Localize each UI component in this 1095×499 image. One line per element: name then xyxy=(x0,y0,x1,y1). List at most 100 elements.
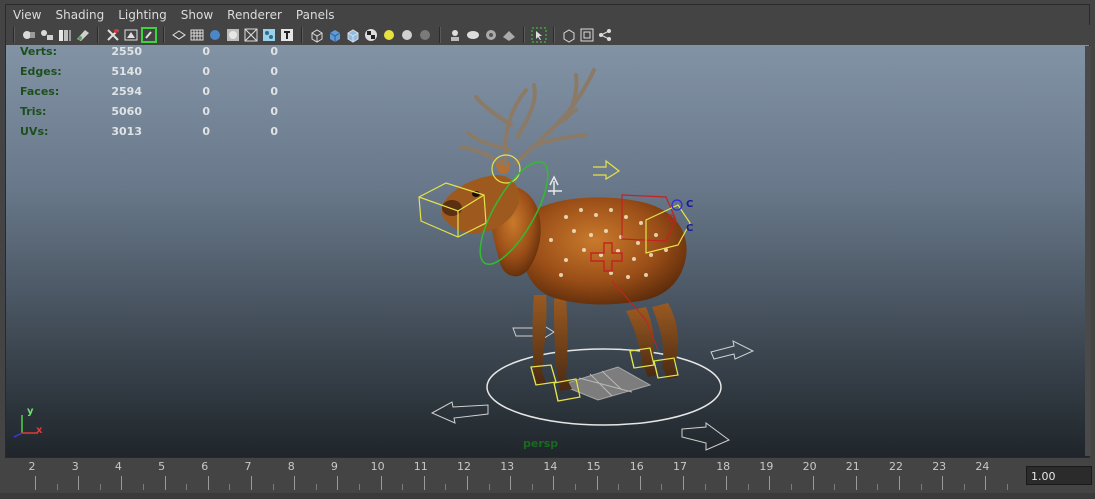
frame-tick-minor xyxy=(315,484,317,490)
checker-texture-icon[interactable] xyxy=(363,27,379,43)
shade-all-icon[interactable] xyxy=(207,27,223,43)
frame-number-label: 6 xyxy=(201,460,209,473)
frame-number-label: 9 xyxy=(330,460,338,473)
smooth-shade-icon[interactable] xyxy=(189,27,205,43)
resolution-gate-icon[interactable] xyxy=(123,27,139,43)
select-camera-icon[interactable] xyxy=(21,27,37,43)
frame-number-label: 16 xyxy=(629,460,644,473)
grid-toggle-icon[interactable] xyxy=(105,27,121,43)
backface-icon[interactable] xyxy=(501,27,517,43)
frame-tick xyxy=(942,476,944,490)
frame-number-label: 8 xyxy=(287,460,295,473)
frame-tick xyxy=(855,476,857,490)
xray-icon[interactable] xyxy=(243,27,259,43)
frame-tick xyxy=(899,476,900,490)
frame-number-label: 4 xyxy=(114,460,122,473)
menu-lighting[interactable]: Lighting xyxy=(111,5,174,25)
wireframe-on-shaded-icon[interactable] xyxy=(345,27,361,43)
frame-number-label: 19 xyxy=(759,460,774,473)
frame-tick xyxy=(769,476,771,490)
menu-panels[interactable]: Panels xyxy=(289,5,342,25)
ambient-occlusion-icon[interactable] xyxy=(417,27,433,43)
frame-tick-minor xyxy=(488,484,490,490)
frame-tick xyxy=(812,476,814,490)
frame-tick xyxy=(294,476,296,490)
frame-tick xyxy=(380,476,382,490)
menu-show[interactable]: Show xyxy=(174,5,220,25)
frame-tick-minor xyxy=(1007,484,1008,490)
scene-canvas[interactable]: C C xyxy=(6,45,1089,457)
camera-name-label: persp xyxy=(523,437,559,450)
frame-number-label: 21 xyxy=(845,460,860,473)
xray-active-icon[interactable] xyxy=(483,27,499,43)
isolate-select-icon[interactable] xyxy=(447,27,463,43)
shadows-icon[interactable] xyxy=(399,27,415,43)
frame-tick xyxy=(251,476,252,490)
deer-model[interactable] xyxy=(442,68,687,391)
frame-tick xyxy=(683,476,684,490)
axis-gizmo xyxy=(13,415,38,438)
default-material-icon[interactable] xyxy=(309,27,325,43)
camera-attributes-icon[interactable] xyxy=(39,27,55,43)
frame-tick-minor xyxy=(186,484,188,490)
paint-select-icon[interactable] xyxy=(561,27,577,43)
viewport-scrollbar[interactable] xyxy=(1085,46,1091,456)
frame-number-label: 7 xyxy=(244,460,252,473)
frame-tick xyxy=(553,476,555,490)
toolbar-separator xyxy=(163,27,165,43)
perspective-viewport[interactable]: Verts: 2550 0 0 Edges: 5140 0 0 Faces: 2… xyxy=(6,45,1089,457)
hierarchy-icon[interactable] xyxy=(597,27,613,43)
image-plane-icon[interactable] xyxy=(75,27,91,43)
bookmark-icon[interactable] xyxy=(57,27,73,43)
select-tool-icon[interactable] xyxy=(531,27,547,43)
frame-tick-minor xyxy=(704,484,706,490)
frame-tick-minor xyxy=(920,484,922,490)
frame-tick-minor xyxy=(963,484,965,490)
frame-tick xyxy=(337,476,339,490)
frame-number-label: 17 xyxy=(673,460,687,473)
time-slider[interactable]: 2 3 4 5 6 7 8 9 10 11 12 13 14 15 16 17 18 19 20 21 22 23 24 xyxy=(0,458,1020,492)
root-control[interactable] xyxy=(430,323,755,451)
frame-number-label: 10 xyxy=(370,460,385,473)
smooth-shade-selected-icon[interactable] xyxy=(327,27,343,43)
menu-shading[interactable]: Shading xyxy=(48,5,111,25)
text-icon[interactable] xyxy=(279,27,295,43)
frame-number-label: 5 xyxy=(158,460,166,473)
frame-all-icon[interactable] xyxy=(579,27,595,43)
xray-joints-icon[interactable] xyxy=(465,27,481,43)
frame-tick xyxy=(121,476,123,490)
frame-tick-minor xyxy=(575,484,576,490)
frame-number-label: 18 xyxy=(716,460,731,473)
frame-tick-minor xyxy=(747,484,749,490)
film-gate-icon[interactable] xyxy=(141,27,157,43)
toolbar-separator xyxy=(553,27,555,43)
frame-number-label: 24 xyxy=(975,460,990,473)
frame-tick-minor xyxy=(143,484,144,490)
frame-tick-minor xyxy=(661,484,663,490)
menu-view[interactable]: View xyxy=(6,5,48,25)
frame-tick xyxy=(207,476,209,490)
frame-tick xyxy=(639,476,641,490)
lights-icon[interactable] xyxy=(381,27,397,43)
frame-tick-minor xyxy=(402,484,404,490)
frame-number-label: 11 xyxy=(413,460,428,473)
frame-tick xyxy=(164,476,166,490)
axis-x-label: x xyxy=(36,425,43,436)
current-frame-field[interactable]: 1.00 xyxy=(1026,466,1092,485)
menu-renderer[interactable]: Renderer xyxy=(220,5,289,25)
frame-number-label: 14 xyxy=(543,460,558,473)
range-slider-strip xyxy=(0,493,1095,499)
wireframe-icon[interactable] xyxy=(171,27,187,43)
control-label: C xyxy=(686,223,693,234)
frame-tick xyxy=(35,476,36,490)
bounding-box-icon[interactable] xyxy=(225,27,241,43)
toolbar-separator xyxy=(439,27,441,43)
frame-number-label: 2 xyxy=(28,460,36,473)
frame-number-label: 20 xyxy=(802,460,817,473)
frame-number-label: 12 xyxy=(457,460,471,473)
frame-tick xyxy=(78,476,80,490)
toolbar-separator xyxy=(97,27,99,43)
frame-number-label: 3 xyxy=(71,460,79,473)
texture-icon[interactable] xyxy=(261,27,277,43)
axis-y-label: y xyxy=(27,406,34,417)
